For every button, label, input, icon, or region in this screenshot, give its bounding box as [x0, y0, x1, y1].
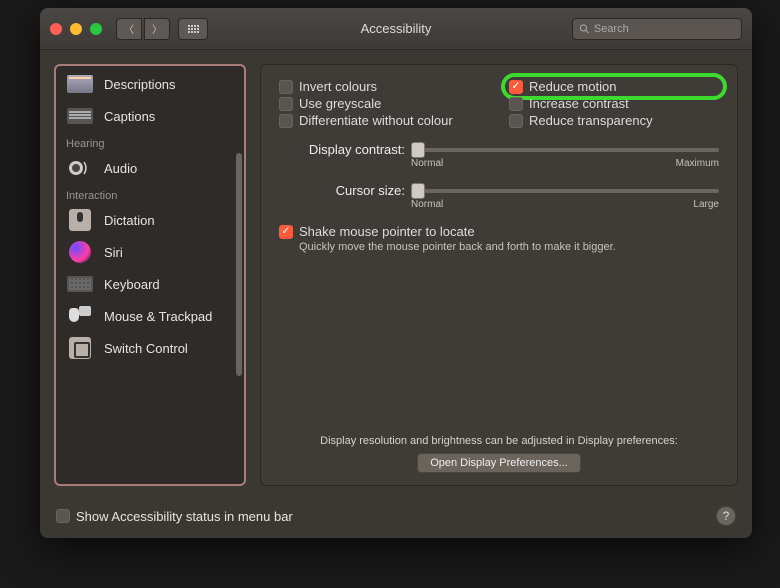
- chevron-right-icon: 〉: [152, 21, 162, 36]
- checkbox-show-status-menubar[interactable]: Show Accessibility status in menu bar: [56, 509, 293, 524]
- slider-label: Cursor size:: [279, 183, 405, 198]
- sidebar-item-label: Dictation: [104, 213, 155, 228]
- slider-cursor-size: Cursor size: Normal Large: [279, 183, 719, 210]
- slider-max-label: Maximum: [676, 158, 719, 169]
- sidebar-item-keyboard[interactable]: Keyboard: [58, 268, 242, 300]
- sidebar-section-interaction: Interaction: [58, 184, 242, 204]
- slider-label: Display contrast:: [279, 142, 405, 157]
- slider-max-label: Large: [693, 199, 719, 210]
- sidebar-item-label: Switch Control: [104, 341, 188, 356]
- slider-track[interactable]: [411, 189, 719, 193]
- accessibility-preferences-window: 〈 〉 Accessibility Descriptions: [40, 8, 752, 538]
- sidebar-item-audio[interactable]: Audio: [58, 152, 242, 184]
- sidebar-item-label: Captions: [104, 109, 155, 124]
- sidebar-item-label: Mouse & Trackpad: [104, 309, 212, 324]
- help-button[interactable]: ?: [716, 506, 736, 526]
- sidebar-item-dictation[interactable]: Dictation: [58, 204, 242, 236]
- checkbox-use-greyscale[interactable]: Use greyscale: [279, 96, 509, 111]
- checkbox-icon: [509, 80, 523, 94]
- checkbox-icon: [279, 97, 293, 111]
- mouse-trackpad-icon: [69, 306, 91, 326]
- sidebar-section-hearing: Hearing: [58, 132, 242, 152]
- titlebar: 〈 〉 Accessibility: [40, 8, 752, 50]
- close-button[interactable]: [50, 23, 62, 35]
- sidebar-item-captions[interactable]: Captions: [58, 100, 242, 132]
- checkbox-label: Reduce motion: [529, 79, 616, 94]
- back-button[interactable]: 〈: [116, 18, 142, 40]
- checkbox-increase-contrast[interactable]: Increase contrast: [509, 96, 719, 111]
- show-all-button[interactable]: [178, 18, 208, 40]
- nav-buttons: 〈 〉: [116, 18, 170, 40]
- checkbox-shake-pointer[interactable]: Shake mouse pointer to locate: [279, 224, 719, 239]
- question-icon: ?: [723, 509, 730, 523]
- grid-icon: [188, 25, 199, 33]
- descriptions-icon: [67, 75, 93, 93]
- sidebar-scrollbar[interactable]: [236, 72, 242, 478]
- sidebar-item-label: Audio: [104, 161, 137, 176]
- search-input[interactable]: [594, 23, 735, 35]
- siri-icon: [69, 241, 91, 263]
- checkbox-reduce-transparency[interactable]: Reduce transparency: [509, 113, 719, 128]
- checkbox-label: Use greyscale: [299, 96, 381, 111]
- shake-pointer-hint: Quickly move the mouse pointer back and …: [299, 241, 719, 253]
- checkbox-icon: [56, 509, 70, 523]
- slider-knob[interactable]: [411, 142, 425, 158]
- bottom-row: Show Accessibility status in menu bar ?: [40, 500, 752, 538]
- main-panel: Invert colours Reduce motion Use greysca…: [260, 64, 738, 486]
- sidebar-item-switch-control[interactable]: Switch Control: [58, 332, 242, 364]
- checkbox-label: Differentiate without colour: [299, 113, 453, 128]
- switch-control-icon: [69, 337, 91, 359]
- sidebar-item-siri[interactable]: Siri: [58, 236, 242, 268]
- shake-pointer-section: Shake mouse pointer to locate Quickly mo…: [279, 224, 719, 253]
- slider-knob[interactable]: [411, 183, 425, 199]
- checkbox-icon: [279, 80, 293, 94]
- checkbox-invert-colours[interactable]: Invert colours: [279, 79, 509, 94]
- checkbox-icon: [279, 225, 293, 239]
- slider-min-label: Normal: [411, 199, 443, 210]
- forward-button[interactable]: 〉: [144, 18, 170, 40]
- checkbox-label: Increase contrast: [529, 96, 629, 111]
- checkbox-icon: [509, 97, 523, 111]
- checkbox-differentiate-without-colour[interactable]: Differentiate without colour: [279, 113, 509, 128]
- checkbox-reduce-motion[interactable]: Reduce motion: [509, 79, 719, 94]
- search-field[interactable]: [572, 18, 742, 40]
- slider-display-contrast: Display contrast: Normal Maximum: [279, 142, 719, 169]
- sidebar-item-label: Keyboard: [104, 277, 160, 292]
- zoom-button[interactable]: [90, 23, 102, 35]
- footer-text: Display resolution and brightness can be…: [279, 435, 719, 447]
- window-controls: [50, 23, 102, 35]
- keyboard-icon: [67, 276, 93, 292]
- checkbox-grid: Invert colours Reduce motion Use greysca…: [279, 79, 719, 128]
- checkbox-label: Shake mouse pointer to locate: [299, 224, 475, 239]
- checkbox-label: Show Accessibility status in menu bar: [76, 509, 293, 524]
- chevron-left-icon: 〈: [124, 21, 134, 36]
- slider-min-label: Normal: [411, 158, 443, 169]
- sidebar-item-label: Siri: [104, 245, 123, 260]
- scrollbar-thumb[interactable]: [236, 153, 242, 376]
- sidebar-item-descriptions[interactable]: Descriptions: [58, 68, 242, 100]
- captions-icon: [67, 108, 93, 124]
- open-display-preferences-button[interactable]: Open Display Preferences...: [417, 453, 581, 473]
- sidebar: Descriptions Captions Hearing Audio Inte…: [54, 64, 246, 486]
- checkbox-icon: [509, 114, 523, 128]
- dictation-icon: [69, 209, 91, 231]
- sidebar-item-mouse-trackpad[interactable]: Mouse & Trackpad: [58, 300, 242, 332]
- checkbox-label: Invert colours: [299, 79, 377, 94]
- search-icon: [579, 23, 590, 35]
- checkbox-icon: [279, 114, 293, 128]
- checkbox-label: Reduce transparency: [529, 113, 653, 128]
- minimize-button[interactable]: [70, 23, 82, 35]
- audio-icon: [66, 156, 94, 180]
- window-title: Accessibility: [361, 21, 432, 36]
- content: Descriptions Captions Hearing Audio Inte…: [40, 50, 752, 500]
- slider-track[interactable]: [411, 148, 719, 152]
- display-prefs-footer: Display resolution and brightness can be…: [279, 435, 719, 473]
- sidebar-item-label: Descriptions: [104, 77, 176, 92]
